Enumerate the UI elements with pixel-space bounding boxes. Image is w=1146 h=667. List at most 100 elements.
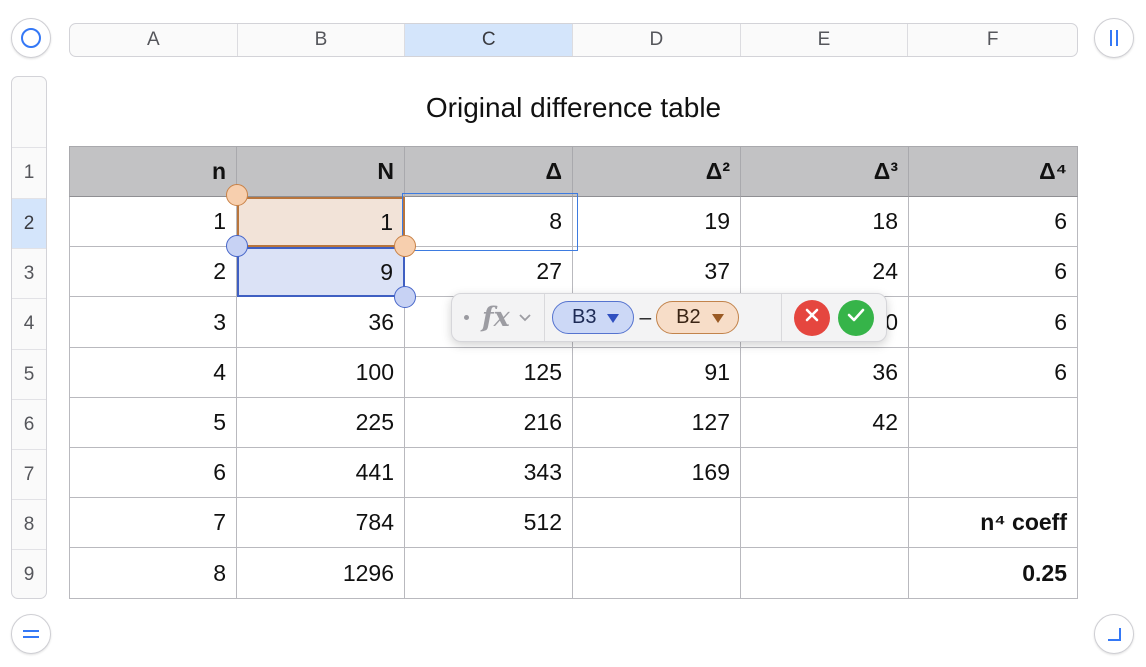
column-header-a[interactable]: A (70, 24, 238, 56)
row-header-bar: 1 2 3 4 5 6 7 8 9 (11, 76, 47, 599)
header-cell-delta[interactable]: Δ (405, 146, 573, 197)
token-label: B2 (676, 306, 701, 328)
cell-reference-token[interactable]: B3 (552, 301, 635, 334)
row-header-7[interactable]: 7 (12, 449, 46, 499)
row-header-5[interactable]: 5 (12, 349, 46, 399)
active-cell-outline (402, 193, 578, 251)
header-cell-n[interactable]: n (69, 146, 237, 197)
cancel-button[interactable] (794, 299, 830, 336)
add-row-button[interactable] (11, 614, 51, 654)
cell-B8[interactable]: 784 (237, 498, 405, 548)
formula-editor: fx B3 – B2 (451, 293, 887, 342)
corner-resize-icon (1103, 623, 1125, 645)
cell-B6[interactable]: 225 (237, 398, 405, 448)
formula-actions (781, 294, 886, 341)
range-handle-top[interactable] (226, 184, 248, 206)
operator: – (639, 305, 652, 329)
cell-D6[interactable]: 127 (573, 398, 741, 448)
cell-B7[interactable]: 441 (237, 448, 405, 498)
row-header-6[interactable]: 6 (12, 399, 46, 449)
cell-A8[interactable]: 7 (69, 498, 237, 548)
cell-B3[interactable]: 9 (237, 247, 405, 297)
cell-B2[interactable]: 1 (237, 197, 405, 247)
row-header-9[interactable]: 9 (12, 549, 46, 598)
range-handle-top[interactable] (226, 235, 248, 257)
cell-F4[interactable]: 6 (909, 297, 1078, 348)
row-header-1[interactable]: 1 (12, 147, 46, 198)
cell-A6[interactable]: 5 (69, 398, 237, 448)
cell-D8[interactable] (573, 498, 741, 548)
cell-E9[interactable] (741, 548, 909, 599)
column-header-d[interactable]: D (573, 24, 741, 56)
cell-D2[interactable]: 19 (573, 197, 741, 247)
pause-bars-icon (1103, 27, 1125, 49)
chevron-down-icon (519, 309, 531, 327)
cell-F3[interactable]: 6 (909, 247, 1078, 297)
select-all-button[interactable] (11, 18, 51, 58)
row-header-3[interactable]: 3 (12, 248, 46, 298)
triangle-down-icon (607, 306, 620, 329)
cell-E5[interactable]: 36 (741, 348, 909, 398)
drag-handle[interactable] (464, 315, 469, 320)
close-icon (804, 307, 820, 328)
cell-F2[interactable]: 6 (909, 197, 1078, 247)
resize-table-button[interactable] (1094, 614, 1134, 654)
row-header-8[interactable]: 8 (12, 499, 46, 549)
cell-F9[interactable]: 0.25 (909, 548, 1078, 599)
cell-F5[interactable]: 6 (909, 348, 1078, 398)
range-handle-bottom[interactable] (394, 286, 416, 308)
formula-body: B3 – B2 (545, 301, 739, 334)
triangle-down-icon (711, 306, 724, 329)
cell-B4[interactable]: 36 (237, 297, 405, 348)
accept-button[interactable] (838, 299, 874, 336)
header-cell-delta3[interactable]: Δ³ (741, 146, 909, 197)
cell-reference-token[interactable]: B2 (656, 301, 739, 334)
cell-B9[interactable]: 1296 (237, 548, 405, 599)
add-column-button[interactable] (1094, 18, 1134, 58)
cell-E2[interactable]: 18 (741, 197, 909, 247)
header-cell-delta2[interactable]: Δ² (573, 146, 741, 197)
cell-A5[interactable]: 4 (69, 348, 237, 398)
cell-E3[interactable]: 24 (741, 247, 909, 297)
column-header-f[interactable]: F (908, 24, 1077, 56)
cell-A7[interactable]: 6 (69, 448, 237, 498)
header-cell-delta4[interactable]: Δ⁴ (909, 146, 1078, 197)
cell-F7[interactable] (909, 448, 1078, 498)
column-header-c[interactable]: C (405, 24, 574, 56)
cell-C8[interactable]: 512 (405, 498, 573, 548)
function-menu-button[interactable]: fx (452, 294, 545, 341)
cell-B5[interactable]: 100 (237, 348, 405, 398)
table-title: Original difference table (425, 92, 722, 123)
row-header-4[interactable]: 4 (12, 298, 46, 349)
token-label: B3 (572, 306, 597, 328)
column-header-bar: A B C D E F (69, 23, 1078, 57)
cell-A9[interactable]: 8 (69, 548, 237, 599)
cell-C5[interactable]: 125 (405, 348, 573, 398)
cell-D7[interactable]: 169 (573, 448, 741, 498)
cell-A4[interactable]: 3 (69, 297, 237, 348)
range-handle-bottom[interactable] (394, 235, 416, 257)
row-header-2[interactable]: 2 (12, 198, 46, 248)
cell-C7[interactable]: 343 (405, 448, 573, 498)
circle-icon (20, 27, 42, 49)
cell-C6[interactable]: 216 (405, 398, 573, 448)
checkmark-icon (847, 307, 865, 328)
cell-C9[interactable] (405, 548, 573, 599)
table-top-border (69, 146, 1078, 147)
column-header-e[interactable]: E (741, 24, 909, 56)
cell-F6[interactable] (909, 398, 1078, 448)
cell-F8[interactable]: n⁴ coeff (909, 498, 1078, 548)
cell-D3[interactable]: 37 (573, 247, 741, 297)
column-header-b[interactable]: B (238, 24, 406, 56)
cell-D9[interactable] (573, 548, 741, 599)
cell-A2[interactable]: 1 (69, 197, 237, 247)
cell-E7[interactable] (741, 448, 909, 498)
header-cell-N[interactable]: N (237, 146, 405, 197)
cell-E6[interactable]: 42 (741, 398, 909, 448)
cell-D5[interactable]: 91 (573, 348, 741, 398)
cell-A3[interactable]: 2 (69, 247, 237, 297)
equals-icon (20, 623, 42, 645)
function-icon: fx (482, 302, 510, 333)
cell-E8[interactable] (741, 498, 909, 548)
cell-C3[interactable]: 27 (405, 247, 573, 297)
